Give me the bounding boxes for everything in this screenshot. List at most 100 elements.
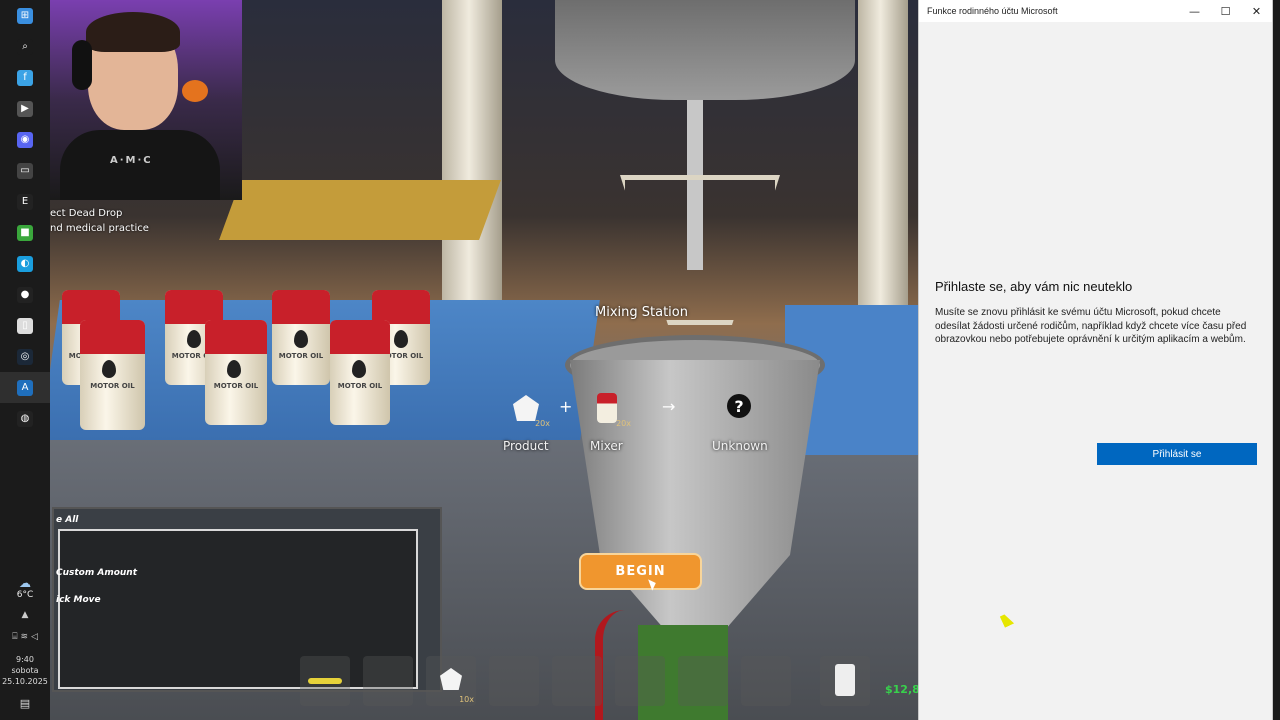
- hotbar-slot[interactable]: 10x: [426, 656, 476, 706]
- station-title: Mixing Station: [595, 305, 688, 320]
- volume-icon[interactable]: ◁: [31, 632, 38, 642]
- app-window-icon-glyph: ▭: [17, 162, 33, 179]
- epic-games-icon-glyph: E: [17, 193, 33, 210]
- mixer-paddle: [620, 175, 780, 325]
- search-icon-glyph: ⌕: [17, 38, 33, 55]
- motor-oil-can[interactable]: MOTOR OIL: [272, 290, 330, 385]
- tray-chevron-icon[interactable]: ▲: [22, 610, 29, 620]
- wifi-icon[interactable]: ≋: [20, 632, 28, 642]
- hotbar-slot[interactable]: [363, 656, 413, 706]
- taskbar-icons: ⊞ ⌕ f ▶ ◉ ▭ E ■ ◐ ● ▯ ◎ A ◍: [0, 0, 50, 434]
- media-player-icon-glyph: ▶: [17, 100, 33, 117]
- panel-option-all[interactable]: e All: [56, 515, 78, 525]
- clock-date: 25.10.2025: [2, 677, 48, 686]
- phone-icon: [835, 664, 855, 696]
- streamer-hair: [86, 12, 180, 52]
- hotbar-slot[interactable]: [615, 656, 665, 706]
- system-tray-icons: ⌸ ≋ ◁: [12, 632, 38, 642]
- hotbar-slot[interactable]: [820, 656, 870, 706]
- quest-line-1: ect Dead Drop: [50, 208, 123, 219]
- product-qty: 20x: [535, 419, 550, 428]
- record-icon[interactable]: ◍: [0, 403, 50, 434]
- shirt-logo: A·M·C: [110, 155, 153, 166]
- unknown-result-icon: ?: [727, 394, 751, 418]
- game-viewport[interactable]: MOTOR OIL MOTOR OIL MOTOR OIL MOTOR OIL …: [50, 0, 918, 720]
- mixer-slot[interactable]: 20x: [587, 388, 631, 428]
- screen-edge: [1273, 0, 1280, 720]
- windows-start-icon[interactable]: ⊞: [0, 0, 50, 31]
- skateboard-icon: [308, 678, 342, 684]
- search-icon[interactable]: ⌕: [0, 31, 50, 62]
- steam-icon-glyph: ◎: [17, 348, 33, 365]
- windows-start-icon-glyph: ⊞: [17, 7, 33, 24]
- mixer-qty: 20x: [616, 419, 631, 428]
- product-item-icon: [513, 395, 539, 421]
- weather-widget[interactable]: ☁ 6°C: [17, 576, 34, 600]
- minimize-button[interactable]: —: [1179, 0, 1210, 22]
- steam-icon[interactable]: ◎: [0, 341, 50, 372]
- close-button[interactable]: ✕: [1241, 0, 1272, 22]
- motor-oil-can[interactable]: MOTOR OIL: [330, 320, 390, 425]
- weather-icon: ☁: [18, 576, 31, 590]
- app-window-icon[interactable]: ▭: [0, 155, 50, 186]
- obs-icon[interactable]: ●: [0, 279, 50, 310]
- clock[interactable]: 9:40 sobota 25.10.2025: [2, 654, 48, 687]
- minecraft-icon[interactable]: ■: [0, 217, 50, 248]
- plus-icon: +: [559, 397, 573, 416]
- arrow-right-icon: →: [662, 397, 676, 416]
- app-f-icon-glyph: f: [17, 69, 33, 86]
- webcam-overlay: A·M·C: [50, 0, 242, 200]
- quest-tracker: ect Dead Drop nd medical practice: [50, 206, 149, 236]
- cash-display: $12,8: [885, 683, 918, 696]
- product-label: Product: [503, 439, 549, 453]
- epic-games-icon[interactable]: E: [0, 186, 50, 217]
- window-titlebar[interactable]: Funkce rodinného účtu Microsoft — ☐ ✕: [919, 0, 1272, 22]
- edge-browser-icon-glyph: ◐: [17, 255, 33, 272]
- edge-browser-icon[interactable]: ◐: [0, 248, 50, 279]
- notification-icon[interactable]: ▤: [20, 697, 30, 710]
- file-icon-glyph: ▯: [17, 317, 33, 334]
- window-title: Funkce rodinného účtu Microsoft: [927, 6, 1058, 16]
- hotbar-slot[interactable]: [678, 656, 728, 706]
- panel-option-quickmove[interactable]: ick Move: [56, 595, 101, 605]
- network-icon[interactable]: ⌸: [12, 632, 17, 642]
- media-player-icon[interactable]: ▶: [0, 93, 50, 124]
- signin-description: Musíte se znovu přihlásit ke svému účtu …: [935, 307, 1247, 345]
- hotbar-slot[interactable]: [300, 656, 350, 706]
- system-tray: ▲: [22, 610, 29, 620]
- app-blue-icon-glyph: A: [17, 379, 33, 396]
- product-slot[interactable]: 20x: [506, 388, 550, 428]
- file-icon[interactable]: ▯: [0, 310, 50, 341]
- clock-day: sobota: [11, 666, 39, 675]
- hotbar-qty: 10x: [459, 695, 474, 704]
- signin-button[interactable]: Přihlásit se: [1097, 443, 1257, 465]
- mixer-label: Mixer: [590, 439, 623, 453]
- record-icon-glyph: ◍: [17, 410, 33, 427]
- taskbar: ⊞ ⌕ f ▶ ◉ ▭ E ■ ◐ ● ▯ ◎ A ◍ ☁ 6°C ▲ ⌸ ≋ ◁ 9:40 sobota…: [0, 0, 50, 720]
- maximize-button[interactable]: ☐: [1210, 0, 1241, 22]
- pillar-right: [858, 0, 908, 350]
- weather-temp: 6°C: [16, 590, 34, 600]
- product-item-icon: [440, 668, 462, 690]
- family-account-window: Funkce rodinného účtu Microsoft — ☐ ✕ Př…: [918, 0, 1273, 720]
- begin-button[interactable]: BEGIN: [579, 553, 702, 590]
- discord-icon-glyph: ◉: [17, 131, 33, 148]
- headphones-icon: [72, 40, 92, 90]
- hotbar-slot[interactable]: [489, 656, 539, 706]
- panel-option-custom[interactable]: Custom Amount: [56, 568, 137, 578]
- motor-oil-can[interactable]: MOTOR OIL: [205, 320, 267, 425]
- hotbar-slot[interactable]: [741, 656, 791, 706]
- obs-icon-glyph: ●: [17, 286, 33, 303]
- mixer-press-top: [555, 0, 855, 100]
- signin-heading: Přihlaste se, aby vám nic neuteklo: [935, 279, 1133, 294]
- discord-icon[interactable]: ◉: [0, 124, 50, 155]
- app-f-icon[interactable]: f: [0, 62, 50, 93]
- motor-oil-can[interactable]: MOTOR OIL: [80, 320, 145, 430]
- minecraft-icon-glyph: ■: [17, 224, 33, 241]
- app-blue-icon[interactable]: A: [0, 372, 50, 403]
- clock-time: 9:40: [16, 655, 34, 664]
- quest-line-2: nd medical practice: [50, 223, 149, 234]
- shelf-yellow: [219, 180, 501, 240]
- hotbar-slot[interactable]: [552, 656, 602, 706]
- mixer-item-icon: [597, 393, 617, 423]
